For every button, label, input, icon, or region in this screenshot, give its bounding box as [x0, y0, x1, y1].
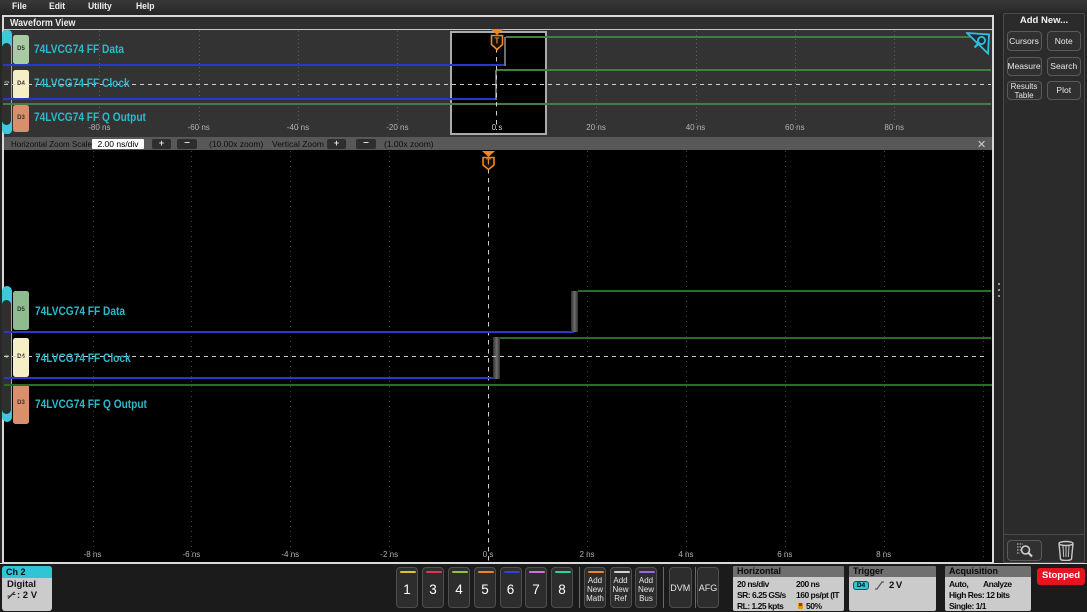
- svg-text:T: T: [486, 158, 491, 167]
- svg-text:T: T: [495, 37, 500, 46]
